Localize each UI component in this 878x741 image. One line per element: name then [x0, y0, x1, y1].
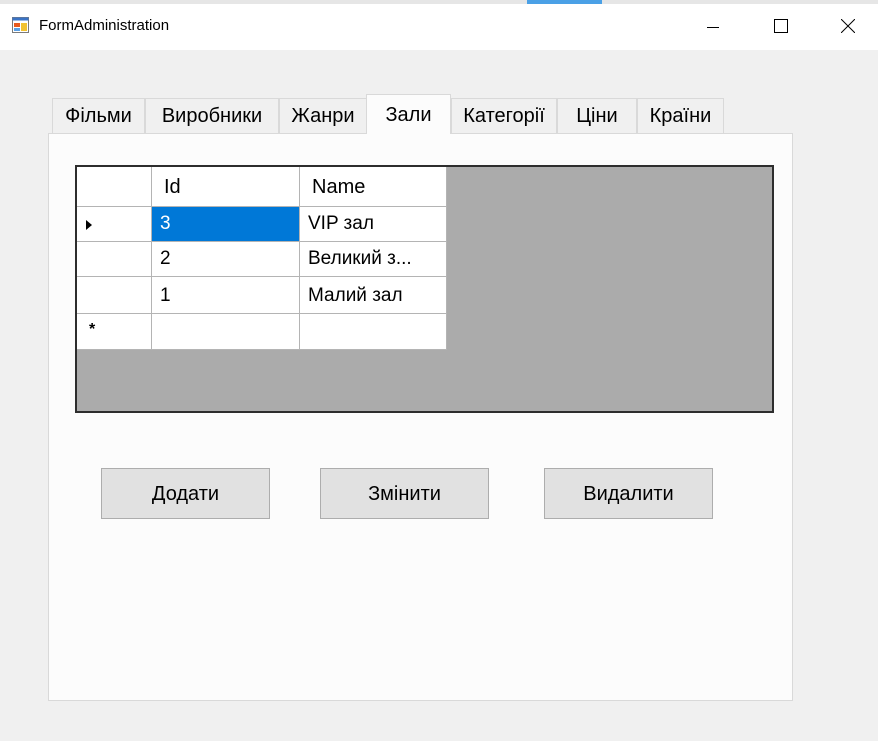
tab-genres[interactable]: Жанри [279, 98, 367, 133]
new-row-marker: * [89, 321, 96, 338]
tab-producers[interactable]: Виробники [145, 98, 279, 133]
maximize-icon [774, 19, 788, 33]
close-icon [841, 19, 855, 33]
row-header[interactable] [77, 207, 152, 242]
table-cell-id[interactable]: 1 [152, 277, 300, 314]
table-cell-id[interactable]: 2 [152, 242, 300, 277]
tab-films[interactable]: Фільми [52, 98, 145, 133]
table-cell-name[interactable]: VIP зал [300, 207, 447, 242]
tab-countries[interactable]: Країни [637, 98, 724, 133]
grid-corner-header[interactable] [77, 167, 152, 207]
background-window-highlight [527, 0, 602, 4]
window-title: FormAdministration [39, 17, 170, 34]
tab-categories[interactable]: Категорії [451, 98, 557, 133]
tab-prices[interactable]: Ціни [557, 98, 637, 133]
current-row-arrow-icon [86, 220, 92, 230]
table-cell-name[interactable]: Малий зал [300, 277, 447, 314]
halls-data-grid[interactable]: Id Name 3 VIP зал 2 Великий з... 1 Малий… [75, 165, 774, 413]
maximize-button[interactable] [757, 0, 803, 50]
table-cell-name[interactable]: Великий з... [300, 242, 447, 277]
background-window-strip [0, 0, 878, 4]
column-header-id[interactable]: Id [152, 167, 300, 207]
minimize-button[interactable] [690, 0, 736, 50]
table-cell-id[interactable]: 3 [152, 207, 300, 242]
title-bar: FormAdministration [0, 0, 878, 50]
column-header-name[interactable]: Name [300, 167, 447, 207]
new-row-cell-name[interactable] [300, 314, 447, 350]
edit-button[interactable]: Змінити [320, 468, 489, 519]
new-row-cell-id[interactable] [152, 314, 300, 350]
close-button[interactable] [824, 0, 870, 50]
add-button[interactable]: Додати [101, 468, 270, 519]
minimize-icon [707, 27, 719, 28]
row-header[interactable] [77, 277, 152, 314]
new-row-header[interactable]: * [77, 314, 152, 350]
row-header[interactable] [77, 242, 152, 277]
delete-button[interactable]: Видалити [544, 468, 713, 519]
tab-halls[interactable]: Зали [366, 94, 451, 134]
app-form-icon [12, 17, 29, 33]
